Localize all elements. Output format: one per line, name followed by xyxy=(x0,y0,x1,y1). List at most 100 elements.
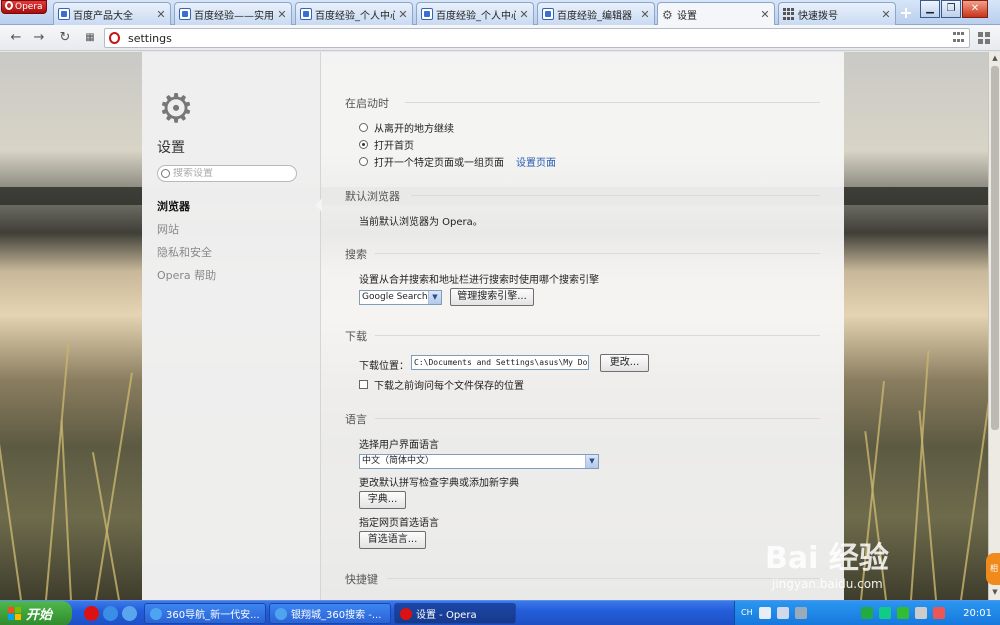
tab-baidu-jingyan[interactable]: 百度经验——实用生活 ✕ xyxy=(174,2,292,25)
radio-button[interactable] xyxy=(359,157,368,166)
opera-menu-button[interactable]: Opera xyxy=(1,0,47,14)
manage-search-engines-button[interactable]: 管理搜索引擎... xyxy=(450,288,534,306)
side-feedback-badge[interactable]: 相 xyxy=(986,553,1000,585)
tab-close-icon[interactable]: ✕ xyxy=(277,8,287,21)
forward-arrow-icon[interactable]: → xyxy=(31,30,47,46)
back-arrow-icon[interactable]: ← xyxy=(8,30,24,46)
settings-search-input[interactable] xyxy=(173,168,283,179)
security-tray-icon[interactable] xyxy=(897,607,909,619)
settings-content: 在启动时 从离开的地方继续 打开首页 打开一个特定页面或一组页面 设置页面 默认… xyxy=(345,52,820,600)
taskbar-item-360-search[interactable]: 银翔城_360搜索 -... xyxy=(269,603,391,624)
scrollbar-thumb[interactable] xyxy=(991,66,999,430)
section-divider xyxy=(405,102,820,103)
tab-close-icon[interactable]: ✕ xyxy=(519,8,529,21)
tab-settings[interactable]: ⚙ 设置 ✕ xyxy=(657,2,775,26)
startup-option-specific-pages[interactable]: 打开一个特定页面或一组页面 设置页面 xyxy=(359,154,556,169)
section-divider xyxy=(387,578,820,579)
system-clock: 20:01 xyxy=(963,608,992,619)
taskbar-item-opera-settings[interactable]: 设置 - Opera xyxy=(394,603,516,624)
option-label: 下载之前询问每个文件保存的位置 xyxy=(374,381,524,392)
tab-label: 百度经验——实用生活 xyxy=(194,10,274,22)
speed-dial-grid-icon[interactable]: ▦ xyxy=(82,30,98,46)
opera-quicklaunch-icon[interactable] xyxy=(84,606,99,621)
option-label: 打开一个特定页面或一组页面 xyxy=(374,158,504,169)
tab-speed-dial[interactable]: 快速拨号 ✕ xyxy=(778,2,896,25)
start-button[interactable]: 开始 xyxy=(0,601,72,625)
radio-button-selected[interactable] xyxy=(359,140,368,149)
scroll-up-arrow-icon[interactable]: ▲ xyxy=(990,54,1000,64)
tab-baidu-products[interactable]: 百度产品大全 ✕ xyxy=(53,2,171,25)
settings-gear-icon: ⚙ xyxy=(158,86,194,132)
tab-baidu-profile-2[interactable]: 百度经验_个人中心 ✕ xyxy=(416,2,534,25)
shield-icon[interactable] xyxy=(861,607,873,619)
ui-language-label: 选择用户界面语言 xyxy=(359,440,439,451)
radio-button[interactable] xyxy=(359,123,368,132)
antivirus-icon[interactable] xyxy=(933,607,945,619)
scroll-down-arrow-icon[interactable]: ▼ xyxy=(990,588,1000,598)
reload-icon[interactable]: ↻ xyxy=(57,30,73,46)
extensions-grid-icon[interactable] xyxy=(978,32,990,44)
ask-download-location-option[interactable]: 下载之前询问每个文件保存的位置 xyxy=(359,377,524,392)
search-description-text: 设置从合并搜索和地址栏进行搜索时使用哪个搜索引擎 xyxy=(359,275,599,286)
search-icon xyxy=(161,169,170,178)
tab-close-icon[interactable]: ✕ xyxy=(760,8,770,21)
tab-baidu-profile-1[interactable]: 百度经验_个人中心 ✕ xyxy=(295,2,413,25)
speed-dial-icon xyxy=(783,8,795,20)
task-label: 银翔城_360搜索 -... xyxy=(291,610,382,621)
default-browser-text: 当前默认浏览器为 Opera。 xyxy=(359,217,483,228)
new-tab-button[interactable]: + xyxy=(897,4,915,22)
section-title-startup: 在启动时 xyxy=(345,97,389,110)
task-label: 360导航_新一代安... xyxy=(166,610,260,621)
ie-quicklaunch-icon[interactable] xyxy=(103,606,118,621)
tab-close-icon[interactable]: ✕ xyxy=(398,8,408,21)
ui-language-label-row: 选择用户界面语言 xyxy=(359,436,439,451)
download-location-field[interactable]: C:\Documents and Settings\asus\My Doc xyxy=(411,355,589,370)
windows-taskbar: 开始 360导航_新一代安... 银翔城_360搜索 -... 设置 - Ope… xyxy=(0,600,1000,625)
baidu-watermark-url: jingyan.baidu.com xyxy=(772,577,883,591)
ie-icon xyxy=(275,607,287,620)
address-field[interactable]: settings xyxy=(104,28,970,48)
ime-settings-icon[interactable] xyxy=(777,607,789,619)
search-engine-select[interactable]: Google Search ▼ xyxy=(359,290,442,305)
sidebar-item-help[interactable]: Opera 帮助 xyxy=(157,267,216,283)
change-download-location-button[interactable]: 更改... xyxy=(600,354,649,372)
start-label: 开始 xyxy=(26,608,53,623)
settings-search-box[interactable] xyxy=(157,165,297,182)
tab-close-icon[interactable]: ✕ xyxy=(640,8,650,21)
dictionary-button[interactable]: 字典... xyxy=(359,491,406,509)
help-icon[interactable] xyxy=(795,607,807,619)
taskbar-item-360-nav[interactable]: 360导航_新一代安... xyxy=(144,603,266,624)
opera-logo-icon xyxy=(5,1,13,10)
sidebar-item-browser[interactable]: 浏览器 xyxy=(157,198,190,214)
close-window-button[interactable]: ✕ xyxy=(962,0,988,18)
option-label: 从离开的地方继续 xyxy=(374,124,454,135)
ime-icon[interactable] xyxy=(759,607,771,619)
sidebar-item-websites[interactable]: 网站 xyxy=(157,221,179,237)
sidebar-item-privacy[interactable]: 隐私和安全 xyxy=(157,244,212,260)
startup-option-continue[interactable]: 从离开的地方继续 xyxy=(359,120,454,135)
minimize-button[interactable]: ▁ xyxy=(920,0,940,18)
restore-button[interactable]: ❐ xyxy=(941,0,961,18)
page-grid-icon[interactable] xyxy=(953,32,967,44)
input-language-indicator[interactable]: CH xyxy=(741,608,753,617)
checkbox[interactable] xyxy=(359,380,368,389)
baidu-favicon-icon xyxy=(421,8,433,20)
ui-language-select[interactable]: 中文（简体中文） ▼ xyxy=(359,454,599,469)
volume-icon[interactable] xyxy=(915,607,927,619)
section-title-downloads: 下载 xyxy=(345,330,367,343)
page-scrollbar[interactable]: ▲ ▼ xyxy=(988,52,1000,600)
download-location-label: 下载位置： xyxy=(359,361,409,372)
section-divider xyxy=(375,335,820,336)
preferred-languages-button[interactable]: 首选语言... xyxy=(359,531,426,549)
section-title-search: 搜索 xyxy=(345,248,367,261)
tab-baidu-editor[interactable]: 百度经验_编辑器 ✕ xyxy=(537,2,655,25)
tab-close-icon[interactable]: ✕ xyxy=(156,8,166,21)
startup-option-homepage[interactable]: 打开首页 xyxy=(359,137,414,152)
network-icon[interactable] xyxy=(879,607,891,619)
set-pages-link[interactable]: 设置页面 xyxy=(516,154,556,169)
baidu-favicon-icon xyxy=(542,8,554,20)
show-desktop-icon[interactable] xyxy=(122,606,137,621)
selected-indicator-arrow xyxy=(315,198,322,212)
tab-close-icon[interactable]: ✕ xyxy=(881,8,891,21)
ui-language-value: 中文（简体中文） xyxy=(362,456,435,466)
